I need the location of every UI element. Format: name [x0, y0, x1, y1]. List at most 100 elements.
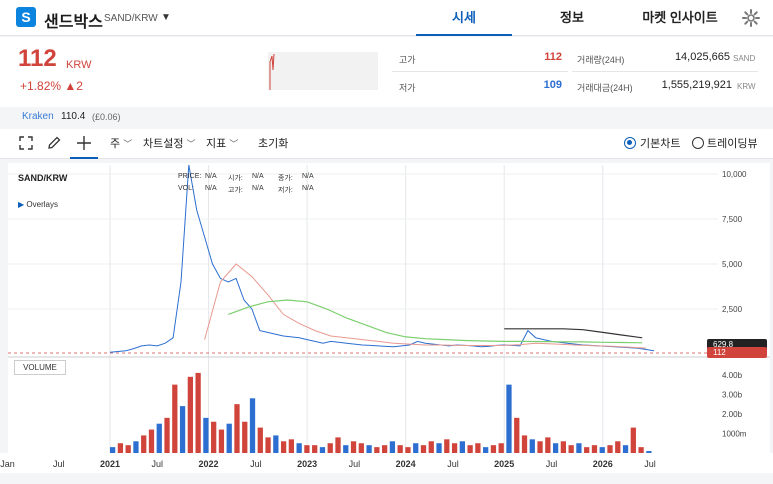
time-axis-tick: 2024: [396, 459, 416, 469]
volume-bar: [529, 439, 535, 453]
volume-pane-label: VOLUME: [14, 360, 66, 375]
volume-bar: [257, 427, 263, 453]
volume-bar: [552, 443, 559, 453]
volume-bar: [599, 447, 605, 453]
volume-bar: [475, 443, 481, 453]
volume-bar: [622, 445, 629, 453]
volume-bar: [607, 445, 613, 453]
volume-bar: [195, 372, 201, 453]
volume-bar: [428, 441, 434, 453]
ohlc-price-label: PRICE:: [178, 173, 202, 180]
time-axis-tick: Jul: [546, 459, 558, 469]
volume-bar: [638, 447, 644, 453]
volume-bar: [273, 435, 279, 453]
time-axis-tick: 2025: [494, 459, 514, 469]
time-axis-tick: 2026: [593, 459, 613, 469]
volume-bar: [382, 445, 388, 453]
price-axis-tick: 7,500: [722, 215, 743, 224]
volume-bar: [242, 421, 248, 453]
volume-bar: [490, 445, 497, 453]
time-axis-tick: Jul: [53, 459, 65, 469]
volume-bar: [405, 447, 411, 453]
volume-axis-tick: 4.00b: [722, 371, 743, 380]
ohlc-vol: N/A: [205, 185, 217, 192]
volume-bar: [179, 406, 186, 453]
ohlc-low: N/A: [302, 185, 314, 192]
volume-bar: [172, 384, 178, 453]
volume-bar: [319, 447, 326, 453]
time-axis-tick: Jul: [250, 459, 262, 469]
volume-bar: [576, 443, 582, 453]
ohlc-open: N/A: [252, 173, 264, 180]
volume-bar: [560, 441, 567, 453]
volume-bar: [187, 376, 193, 453]
price-axis-tick: 10,000: [722, 170, 747, 179]
overlays-label: Overlays: [26, 200, 58, 209]
volume-bar: [514, 417, 520, 453]
volume-bar: [366, 445, 372, 453]
volume-bar: [312, 445, 318, 453]
volume-bar: [591, 445, 598, 453]
time-axis-tick: Jul: [152, 459, 164, 469]
price-axis-tick: 5,000: [722, 260, 743, 269]
volume-bar: [249, 398, 256, 453]
volume-bar: [467, 445, 473, 453]
ohlc-high: N/A: [252, 185, 264, 192]
volume-bar: [498, 443, 504, 453]
volume-bar: [389, 441, 396, 453]
time-axis-tick: Jul: [644, 459, 656, 469]
volume-bar: [125, 445, 131, 453]
time-axis-tick: Jul: [447, 459, 459, 469]
time-axis-tick: Jan: [0, 459, 15, 469]
volume-bar: [156, 423, 162, 453]
volume-bar: [615, 441, 621, 453]
volume-bar: [397, 445, 403, 453]
volume-bar: [304, 445, 310, 453]
triangle-right-icon: ▶: [18, 200, 25, 209]
ohlc-price: N/A: [205, 173, 217, 180]
volume-bar: [444, 439, 450, 453]
volume-bar: [288, 439, 295, 453]
volume-bar: [568, 445, 574, 453]
volume-bar: [358, 443, 364, 453]
volume-bar: [420, 445, 427, 453]
volume-bar: [226, 423, 232, 453]
volume-bar: [296, 443, 302, 453]
volume-bar: [483, 447, 489, 453]
ohlc-close-label: 종가:: [278, 175, 293, 182]
volume-bar: [506, 384, 512, 453]
volume-bar: [234, 404, 240, 453]
time-axis-tick: 2022: [199, 459, 219, 469]
overlays-toggle[interactable]: ▶ Overlays: [18, 200, 58, 209]
ma-line-short: [204, 263, 647, 349]
price-tag-current: 112: [707, 347, 767, 358]
volume-bar: [148, 429, 155, 453]
volume-bar: [343, 445, 349, 453]
volume-bar: [413, 443, 419, 453]
volume-bar: [141, 435, 147, 453]
volume-bar: [327, 443, 333, 453]
time-axis-tick: Jul: [349, 459, 361, 469]
volume-bar: [459, 441, 465, 453]
volume-bar: [451, 443, 458, 453]
time-axis-tick: 2021: [100, 459, 120, 469]
volume-bar: [164, 417, 170, 453]
volume-bar: [584, 447, 590, 453]
ohlc-high-label: 고가:: [228, 187, 243, 194]
volume-bar: [211, 421, 217, 453]
volume-bar: [630, 427, 636, 453]
volume-bar: [350, 441, 357, 453]
price-chart[interactable]: 10,000 7,500 5,000 2,500 4.00b 3.00b 2.00b 1000…: [0, 0, 773, 484]
volume-bar: [280, 441, 287, 453]
ohlc-open-label: 시가:: [228, 175, 243, 182]
volume-axis-tick: 1000m: [722, 429, 747, 438]
volume-bar: [110, 447, 116, 453]
volume-bar: [537, 441, 543, 453]
volume-bar: [436, 443, 442, 453]
time-axis-tick: 2023: [297, 459, 317, 469]
volume-bar: [203, 417, 209, 453]
price-axis-tick: 2,500: [722, 305, 743, 314]
volume-bar: [545, 437, 551, 453]
volume-bar: [133, 441, 139, 453]
ohlc-low-label: 저가:: [278, 187, 293, 194]
